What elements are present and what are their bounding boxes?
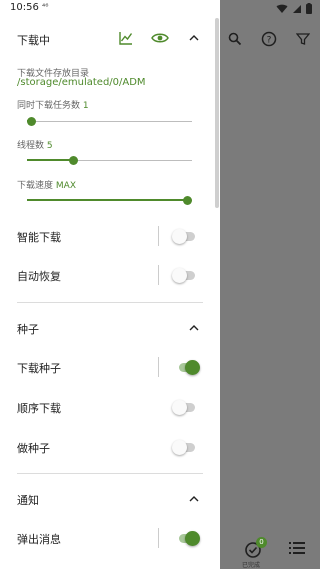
notify-section-header[interactable]: 通知 [0,489,212,519]
seeding-label: 做种子 [17,442,50,455]
chevron-up-icon[interactable] [184,489,204,509]
row-divider [158,528,159,548]
status-icons [276,3,312,14]
download-speed-text: 下载速度 [17,181,54,191]
popup-message-label: 弹出消息 [17,533,61,546]
torrent-section-header[interactable]: 种子 [0,318,212,348]
download-dir-path[interactable]: /storage/emulated/0/ADM [17,77,146,88]
threads-value: 5 [46,141,53,151]
threads-label: 线程数 5 [17,138,53,151]
completed-count-badge: 0 [256,537,267,548]
signal-icon [293,4,301,13]
threads-slider[interactable] [27,156,192,166]
search-icon[interactable] [224,28,246,50]
popup-message-switch[interactable] [172,529,202,547]
notify-section-title: 通知 [17,494,39,507]
drawer-scrollbar[interactable] [215,18,219,208]
threads-text: 线程数 [17,141,45,151]
slider-thumb[interactable] [183,196,192,205]
download-section-header[interactable]: 下载中 [0,28,212,58]
download-speed-slider[interactable] [27,196,192,206]
seeding-switch[interactable] [172,438,202,456]
smart-download-row[interactable]: 智能下载 [0,224,212,250]
row-divider [158,265,159,285]
bottom-navigation: 0 已完成 [220,528,320,569]
sequential-download-row[interactable]: 顺序下载 [0,395,212,421]
slider-thumb[interactable] [27,117,36,126]
download-speed-value: MAX [55,181,76,191]
network-type-icon: ⁴⁶ [42,2,49,11]
settings-drawer: 下载中 下载文件存放目录 /storage/emulated/0/ADM 同时下… [0,0,220,569]
download-torrent-switch[interactable] [172,358,202,376]
smart-download-switch[interactable] [172,227,202,245]
chevron-up-icon[interactable] [184,28,204,48]
seeding-row[interactable]: 做种子 [0,435,212,461]
concurrent-tasks-value: 1 [82,101,89,111]
download-torrent-row[interactable]: 下载种子 [0,355,212,381]
filter-icon[interactable] [292,28,314,50]
download-speed-label: 下载速度 MAX [17,178,76,191]
section-divider [17,302,203,303]
slider-track [27,121,192,122]
torrent-section-title: 种子 [17,323,39,336]
help-icon[interactable]: ? [258,28,280,50]
auto-resume-row[interactable]: 自动恢复 [0,263,212,289]
battery-icon [306,3,312,14]
eye-icon[interactable] [150,28,170,48]
main-toolbar: ? [220,22,320,56]
popup-message-row[interactable]: 弹出消息 [0,526,212,552]
sequential-download-label: 顺序下载 [17,402,61,415]
smart-download-label: 智能下载 [17,231,61,244]
completed-tab-label: 已完成 [242,562,261,569]
concurrent-tasks-label: 同时下载任务数 1 [17,98,89,111]
slider-thumb[interactable] [69,156,78,165]
chart-icon[interactable] [116,28,136,48]
auto-resume-switch[interactable] [172,266,202,284]
sequential-download-switch[interactable] [172,398,202,416]
status-time: 10:56 [10,2,39,13]
auto-resume-label: 自动恢复 [17,270,61,283]
slider-fill [27,159,73,161]
row-divider [158,357,159,377]
chevron-up-icon[interactable] [184,318,204,338]
svg-text:?: ? [267,36,272,46]
list-icon[interactable] [288,540,306,556]
main-content-scrim[interactable] [220,0,320,569]
concurrent-tasks-slider[interactable] [27,117,192,127]
download-section-title: 下载中 [17,34,50,47]
status-bar: 10:56 ⁴⁶ [0,0,320,18]
row-divider [158,226,159,246]
download-torrent-label: 下载种子 [17,362,61,375]
concurrent-tasks-text: 同时下载任务数 [17,101,81,111]
section-divider [17,473,203,474]
slider-fill [27,199,187,201]
wifi-icon [276,4,288,13]
